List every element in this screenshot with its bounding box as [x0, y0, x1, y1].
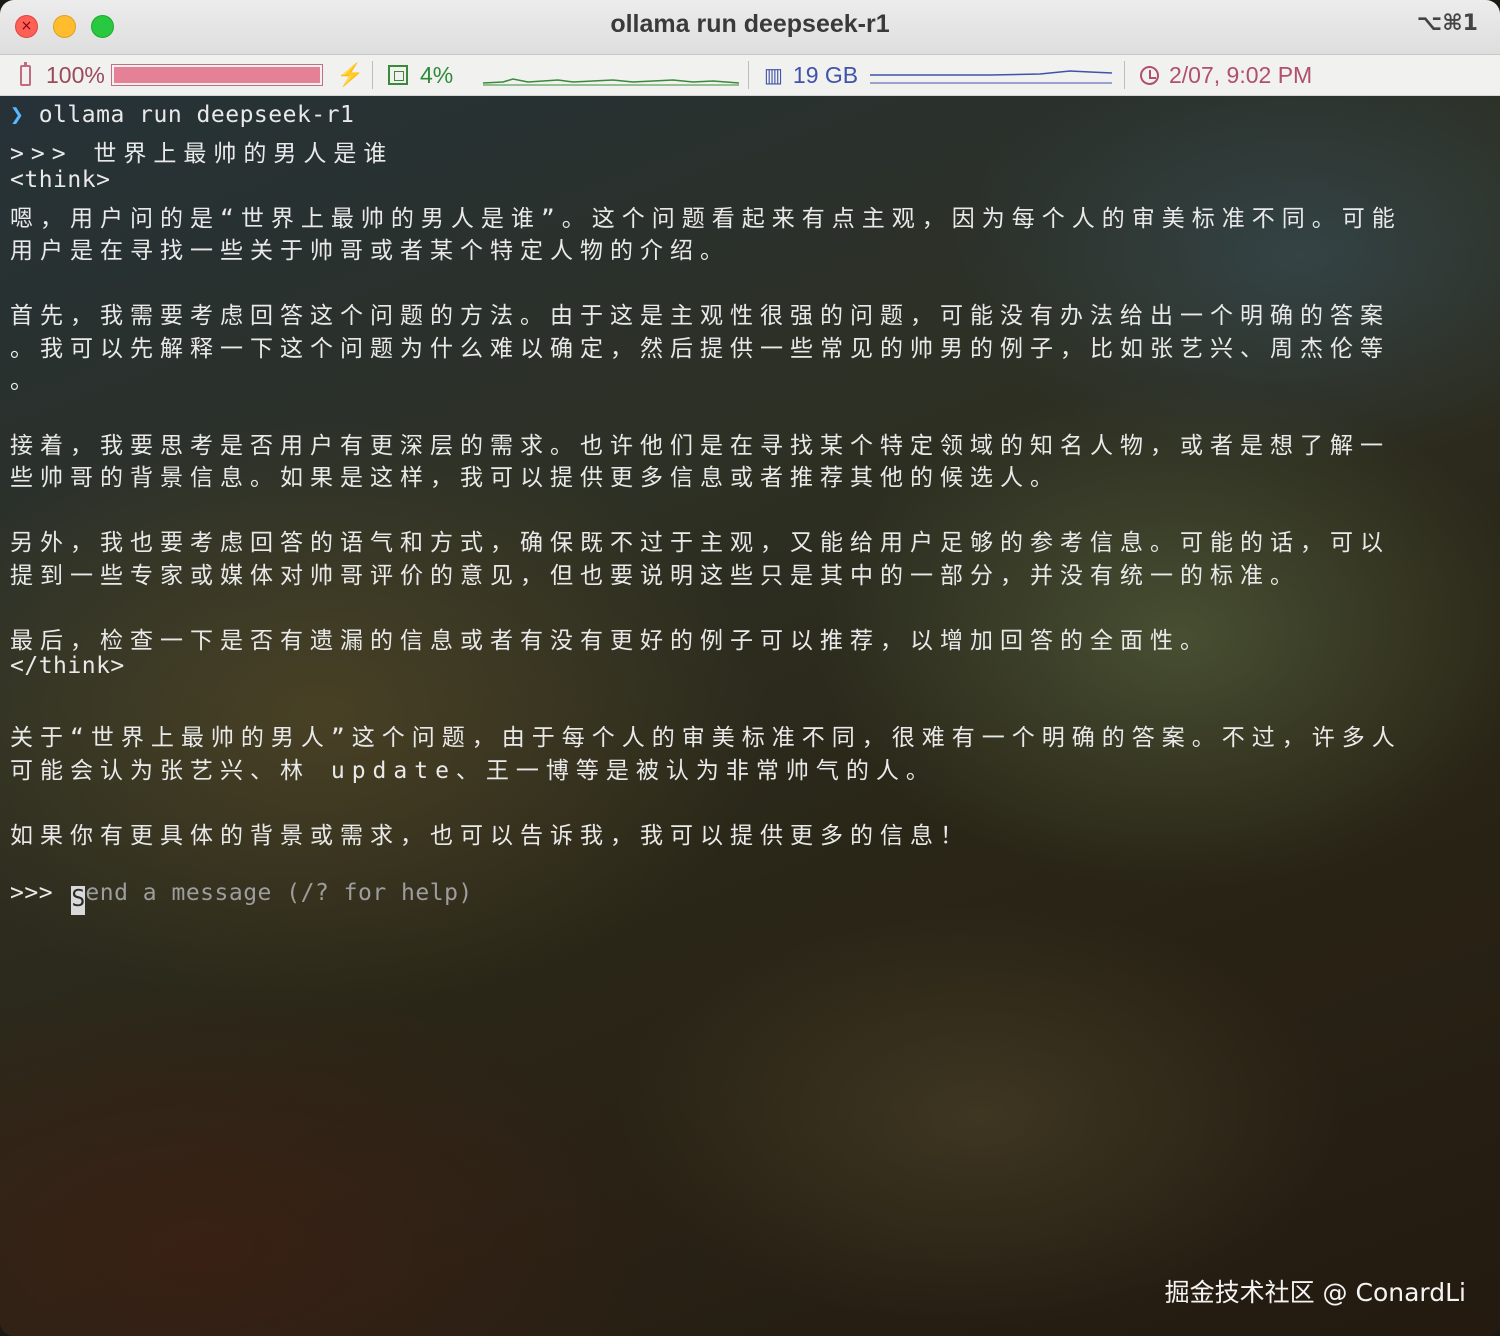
cpu-sparkline	[483, 78, 740, 86]
command-text: ollama run deepseek-r1	[24, 102, 355, 128]
command-line: ❯ ollama run deepseek-r1	[10, 102, 354, 128]
status-divider	[748, 61, 749, 89]
battery-percent: 100%	[46, 61, 105, 88]
input-prompt: >>>	[10, 880, 68, 906]
output-line: 另外，我也要考虑回答的语气和方式，确保既不过于主观，又能给用户足够的参考信息。可…	[10, 530, 1390, 556]
watermark: 掘金技术社区 @ ConardLi	[1164, 1278, 1466, 1307]
memory-status: ▥ 19 GB	[764, 55, 1113, 95]
output-line: 最后，检查一下是否有遗漏的信息或者有没有更好的例子可以推荐，以增加回答的全面性。	[10, 628, 1210, 654]
cpu-percent: 4%	[420, 61, 454, 88]
terminal-window: × ollama run deepseek-r1 ⌥⌘1 100% ⚡ 4% ▥…	[0, 0, 1500, 1336]
output-line: 可能会认为张艺兴、林 update、王一博等是被认为非常帅气的人。	[10, 758, 936, 784]
clock-status: 2/07, 9:02 PM	[1140, 55, 1312, 95]
status-divider	[372, 61, 373, 89]
output-line: 接着，我要思考是否用户有更深层的需求。也许他们是在寻找某个特定领域的知名人物，或…	[10, 433, 1390, 459]
battery-bar	[110, 64, 323, 86]
message-placeholder[interactable]: end a message (/? for help)	[85, 880, 472, 906]
output-line: 些帅哥的背景信息。如果是这样，我可以提供更多信息或者推荐其他的候选人。	[10, 465, 1060, 491]
charging-bolt-icon: ⚡	[336, 62, 365, 87]
clock-time: 2/07, 9:02 PM	[1169, 61, 1313, 88]
output-line: 如果你有更具体的背景或需求，也可以告诉我，我可以提供更多的信息！	[10, 823, 970, 849]
window-shortcut: ⌥⌘1	[1416, 11, 1478, 36]
battery-status: 100% ⚡	[20, 55, 364, 95]
shell-prompt-icon: ❯	[10, 102, 25, 128]
text-cursor: S	[71, 886, 86, 915]
input-line[interactable]: >>> Send a message (/? for help)	[10, 880, 473, 915]
clock-icon	[1140, 65, 1159, 85]
cursor-char: S	[71, 886, 86, 912]
title-bar: × ollama run deepseek-r1 ⌥⌘1	[0, 0, 1500, 55]
output-line: >>> 世界上最帅的男人是谁	[10, 141, 394, 167]
output-line: 。我可以先解释一下这个问题为什么难以确定，然后提供一些常见的帅男的例子，比如张艺…	[10, 336, 1390, 362]
cpu-status: 4%	[388, 55, 740, 95]
output-line: 关于“世界上最帅的男人”这个问题，由于每个人的审美标准不同，很难有一个明确的答案…	[10, 725, 1402, 751]
output-line: <think>	[10, 167, 111, 193]
window-title: ollama run deepseek-r1	[610, 10, 890, 38]
output-line: </think>	[10, 653, 125, 679]
cpu-chip-icon	[388, 65, 408, 85]
output-line: 。	[10, 368, 40, 394]
memory-used: 19 GB	[792, 61, 859, 88]
output-line: 提到一些专家或媒体对帅哥评价的意见，但也要说明这些只是其中的一部分，并没有统一的…	[10, 563, 1300, 589]
output-line: 嗯，用户问的是“世界上最帅的男人是谁”。这个问题看起来有点主观，因为每个人的审美…	[10, 206, 1402, 232]
output-line: 首先，我需要考虑回答这个问题的方法。由于这是主观性很强的问题，可能没有办法给出一…	[10, 303, 1390, 329]
terminal-output[interactable]: ❯ ollama run deepseek-r1 >>> 世界上最帅的男人是谁 …	[0, 96, 1500, 1336]
status-divider	[1124, 61, 1125, 89]
memory-sparkline	[870, 70, 1113, 84]
battery-bar-fill	[113, 67, 320, 83]
memory-icon: ▥	[764, 64, 783, 87]
output-line: 用户是在寻找一些关于帅哥或者某个特定人物的介绍。	[10, 238, 730, 264]
status-bar: 100% ⚡ 4% ▥ 19 GB 2/07, 9:02 PM	[0, 55, 1500, 96]
battery-icon	[20, 61, 31, 86]
